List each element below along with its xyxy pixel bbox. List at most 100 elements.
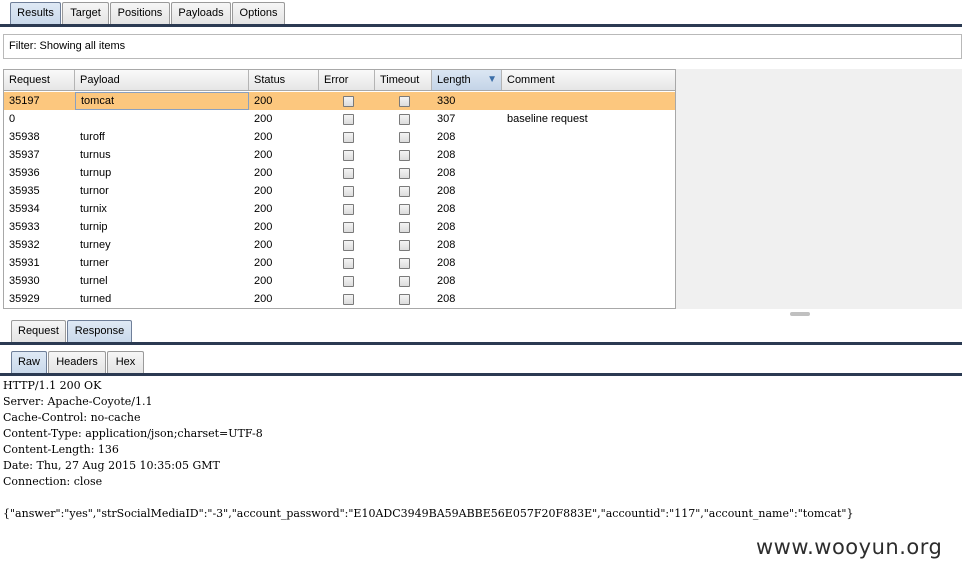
column-header-error[interactable]: Error xyxy=(319,70,375,90)
column-header-comment[interactable]: Comment xyxy=(502,70,675,90)
length-cell: 208 xyxy=(437,221,456,233)
timeout-checkbox[interactable] xyxy=(399,276,410,287)
column-header-request[interactable]: Request xyxy=(4,70,75,90)
tab-payloads[interactable]: Payloads xyxy=(171,2,231,25)
response-line: Connection: close xyxy=(3,475,103,488)
status-cell: 200 xyxy=(254,275,273,287)
error-checkbox[interactable] xyxy=(343,276,354,287)
timeout-checkbox[interactable] xyxy=(399,150,410,161)
view-tab-divider xyxy=(0,373,962,376)
request-cell: 35931 xyxy=(9,257,40,269)
tab-raw[interactable]: Raw xyxy=(11,351,47,374)
view-tab-bar: Raw Headers Hex xyxy=(0,349,962,376)
table-row[interactable]: 35935 turnor 200 208 xyxy=(4,182,675,200)
comment-cell xyxy=(502,254,507,272)
payload-cell: turner xyxy=(80,257,109,269)
table-row[interactable]: 35934 turnix 200 208 xyxy=(4,200,675,218)
table-row[interactable]: 0 200 307 baseline request xyxy=(4,110,675,128)
tab-options[interactable]: Options xyxy=(232,2,285,25)
column-header-length[interactable]: Length ▼ xyxy=(432,70,502,90)
table-row[interactable]: 35932 turney 200 208 xyxy=(4,236,675,254)
payload-cell: tomcat xyxy=(75,92,249,110)
tab-request[interactable]: Request xyxy=(11,320,66,343)
length-cell: 208 xyxy=(437,239,456,251)
request-cell: 35197 xyxy=(9,95,40,107)
response-line: Cache-Control: no-cache xyxy=(3,411,141,424)
raw-response-text[interactable]: HTTP/1.1 200 OK Server: Apache-Coyote/1.1… xyxy=(3,378,962,528)
tab-target[interactable]: Target xyxy=(62,2,109,25)
tab-results[interactable]: Results xyxy=(10,2,61,25)
error-checkbox[interactable] xyxy=(343,258,354,269)
error-checkbox[interactable] xyxy=(343,132,354,143)
payload-cell: turnus xyxy=(80,149,111,161)
comment-cell xyxy=(502,164,507,182)
request-cell: 35930 xyxy=(9,275,40,287)
payload-cell: turnup xyxy=(80,167,112,179)
tab-headers[interactable]: Headers xyxy=(48,351,106,374)
table-row[interactable]: 35938 turoff 200 208 xyxy=(4,128,675,146)
column-header-timeout[interactable]: Timeout xyxy=(375,70,432,90)
error-checkbox[interactable] xyxy=(343,96,354,107)
payload-cell xyxy=(75,110,80,128)
length-cell: 208 xyxy=(437,275,456,287)
table-row[interactable]: 35197 tomcat 200 330 xyxy=(4,92,675,110)
timeout-checkbox[interactable] xyxy=(399,258,410,269)
length-cell: 208 xyxy=(437,203,456,215)
status-cell: 200 xyxy=(254,203,273,215)
error-checkbox[interactable] xyxy=(343,240,354,251)
timeout-checkbox[interactable] xyxy=(399,168,410,179)
error-checkbox[interactable] xyxy=(343,186,354,197)
payload-cell: turnix xyxy=(80,203,107,215)
error-checkbox[interactable] xyxy=(343,150,354,161)
error-checkbox[interactable] xyxy=(343,294,354,305)
length-cell: 208 xyxy=(437,257,456,269)
table-row[interactable]: 35929 turned 200 208 xyxy=(4,290,675,308)
status-cell: 200 xyxy=(254,149,273,161)
response-line: Server: Apache-Coyote/1.1 xyxy=(3,395,153,408)
column-header-payload[interactable]: Payload xyxy=(75,70,249,90)
status-cell: 200 xyxy=(254,257,273,269)
payload-cell: turney xyxy=(80,239,111,251)
pane-splitter-handle[interactable] xyxy=(790,312,810,316)
error-checkbox[interactable] xyxy=(343,204,354,215)
timeout-checkbox[interactable] xyxy=(399,114,410,125)
request-cell: 35933 xyxy=(9,221,40,233)
table-row[interactable]: 35933 turnip 200 208 xyxy=(4,218,675,236)
comment-cell xyxy=(502,128,507,146)
length-cell: 208 xyxy=(437,167,456,179)
request-cell: 35937 xyxy=(9,149,40,161)
comment-cell xyxy=(502,146,507,164)
length-cell: 208 xyxy=(437,149,456,161)
error-checkbox[interactable] xyxy=(343,222,354,233)
timeout-checkbox[interactable] xyxy=(399,222,410,233)
timeout-checkbox[interactable] xyxy=(399,294,410,305)
table-row[interactable]: 35936 turnup 200 208 xyxy=(4,164,675,182)
payload-cell: turnel xyxy=(80,275,108,287)
timeout-checkbox[interactable] xyxy=(399,186,410,197)
status-cell: 200 xyxy=(254,293,273,305)
table-row[interactable]: 35931 turner 200 208 xyxy=(4,254,675,272)
tab-positions[interactable]: Positions xyxy=(110,2,170,25)
error-checkbox[interactable] xyxy=(343,114,354,125)
tab-response[interactable]: Response xyxy=(67,320,132,343)
column-header-status[interactable]: Status xyxy=(249,70,319,90)
filter-bar[interactable]: Filter: Showing all items xyxy=(3,34,962,59)
timeout-checkbox[interactable] xyxy=(399,240,410,251)
status-cell: 200 xyxy=(254,185,273,197)
timeout-checkbox[interactable] xyxy=(399,204,410,215)
timeout-checkbox[interactable] xyxy=(399,132,410,143)
comment-cell xyxy=(502,200,507,218)
status-cell: 200 xyxy=(254,221,273,233)
timeout-checkbox[interactable] xyxy=(399,96,410,107)
watermark: www.wooyun.org xyxy=(756,535,943,559)
column-header-length-label: Length xyxy=(437,74,471,86)
request-cell: 35932 xyxy=(9,239,40,251)
status-cell: 200 xyxy=(254,239,273,251)
comment-cell xyxy=(502,272,507,290)
table-row[interactable]: 35937 turnus 200 208 xyxy=(4,146,675,164)
tab-hex[interactable]: Hex xyxy=(107,351,144,374)
length-cell: 330 xyxy=(437,95,456,107)
error-checkbox[interactable] xyxy=(343,168,354,179)
table-row[interactable]: 35930 turnel 200 208 xyxy=(4,272,675,290)
payload-cell: turoff xyxy=(80,131,105,143)
